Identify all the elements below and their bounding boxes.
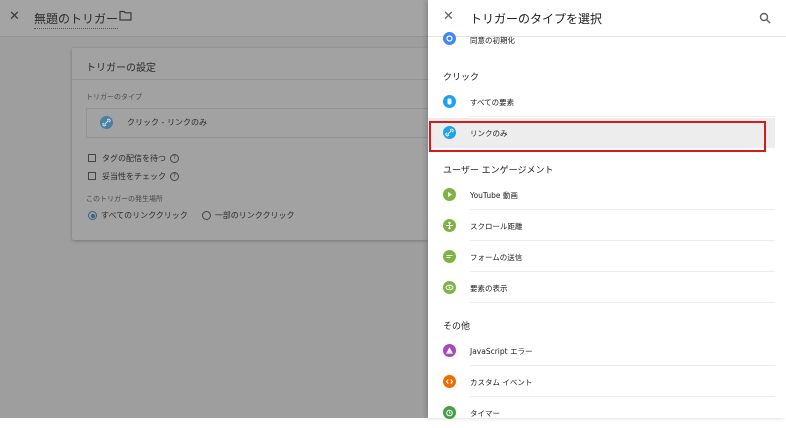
- trigger-type-custom-event[interactable]: カスタム イベント: [428, 367, 775, 397]
- trigger-type-label: タイマー: [470, 409, 500, 418]
- trigger-type-label: カスタム イベント: [470, 378, 533, 387]
- folder-icon[interactable]: [119, 10, 132, 21]
- trigger-type-label: すべての要素: [470, 98, 515, 107]
- help-icon[interactable]: ?: [170, 153, 179, 163]
- all-link-clicks-radio[interactable]: [88, 211, 97, 220]
- trigger-type-drawer: ✕ トリガーのタイプを選択 同意の初期化 クリック すべての要素 リンクのみ ユ…: [428, 0, 786, 419]
- close-icon[interactable]: ✕: [443, 9, 454, 24]
- trigger-type-value: クリック - リンクのみ: [127, 118, 207, 127]
- trigger-type-element-visibility[interactable]: 要素の表示: [428, 273, 775, 303]
- background-page: ✕ 無題のトリガー トリガーの設定 トリガーのタイプ クリック - リンクのみ …: [0, 0, 429, 418]
- trigger-type-consent-init[interactable]: 同意の初期化: [428, 28, 775, 50]
- trigger-name-title[interactable]: 無題のトリガー: [34, 10, 119, 29]
- divider: [470, 396, 775, 397]
- check-validation-checkbox[interactable]: [88, 172, 96, 180]
- timer-icon: [443, 406, 456, 419]
- trigger-type-label: トリガーのタイプ: [86, 93, 142, 101]
- warning-icon: [443, 344, 456, 357]
- divider: [470, 271, 775, 272]
- trigger-type-label: フォームの送信: [470, 253, 523, 262]
- trigger-type-scroll-depth[interactable]: スクロール距離: [428, 211, 775, 241]
- some-link-clicks-radio[interactable]: [201, 211, 211, 220]
- all-link-clicks-label[interactable]: すべてのリンククリック: [101, 210, 188, 221]
- trigger-type-all-elements[interactable]: すべての要素: [428, 87, 775, 117]
- divider: [470, 302, 775, 303]
- help-icon[interactable]: ?: [170, 171, 179, 181]
- pointer-icon: [443, 95, 456, 108]
- wait-for-tags-checkbox[interactable]: [88, 154, 96, 162]
- scroll-icon: [443, 219, 456, 232]
- selection-highlight-box: [429, 121, 766, 152]
- background-close-icon[interactable]: ✕: [9, 9, 20, 24]
- trigger-type-label: 要素の表示: [470, 284, 508, 293]
- search-icon[interactable]: [759, 12, 771, 24]
- trigger-type-form-submission[interactable]: フォームの送信: [428, 242, 775, 272]
- some-link-clicks-label[interactable]: 一部のリンククリック: [215, 210, 295, 221]
- code-icon: [443, 375, 456, 388]
- section-other: その他: [443, 322, 471, 332]
- trigger-type-label: YouTube 動画: [470, 191, 518, 200]
- fire-on-radio-group: すべてのリンククリック 一部のリンククリック: [88, 210, 295, 221]
- consent-icon: [443, 32, 456, 45]
- trigger-type-javascript-error[interactable]: JavaScript エラー: [428, 336, 775, 366]
- link-icon: [100, 116, 113, 129]
- divider: [470, 209, 775, 210]
- trigger-type-label: 同意の初期化: [470, 36, 515, 45]
- check-validation-label: 妥当性をチェック: [102, 171, 166, 181]
- trigger-type-label: スクロール距離: [470, 222, 523, 231]
- trigger-type-selector[interactable]: クリック - リンクのみ: [86, 108, 429, 138]
- section-user-engagement: ユーザー エンゲージメント: [443, 166, 554, 176]
- wait-for-tags-label: タグの配信を待つ: [102, 153, 166, 163]
- trigger-type-label: JavaScript エラー: [470, 347, 533, 356]
- trigger-config-card: トリガーの設定 トリガーのタイプ クリック - リンクのみ タグの配信を待つ ?…: [72, 48, 429, 240]
- divider: [470, 116, 775, 117]
- drawer-title: トリガーのタイプを選択: [470, 12, 603, 26]
- form-icon: [443, 250, 456, 263]
- fire-on-label: このトリガーの発生場所: [86, 195, 163, 203]
- card-divider: [72, 79, 428, 80]
- section-click: クリック: [443, 73, 480, 83]
- eye-icon: [443, 281, 456, 294]
- check-validation-checkbox-row[interactable]: 妥当性をチェック ?: [88, 170, 179, 182]
- card-title: トリガーの設定: [86, 63, 156, 74]
- trigger-type-youtube-video[interactable]: YouTube 動画: [428, 180, 775, 210]
- divider: [470, 240, 775, 241]
- wait-for-tags-checkbox-row[interactable]: タグの配信を待つ ?: [88, 152, 179, 164]
- play-icon: [443, 188, 456, 201]
- background-header: ✕ 無題のトリガー: [0, 0, 428, 37]
- divider: [470, 365, 775, 366]
- trigger-type-timer[interactable]: タイマー: [428, 398, 775, 428]
